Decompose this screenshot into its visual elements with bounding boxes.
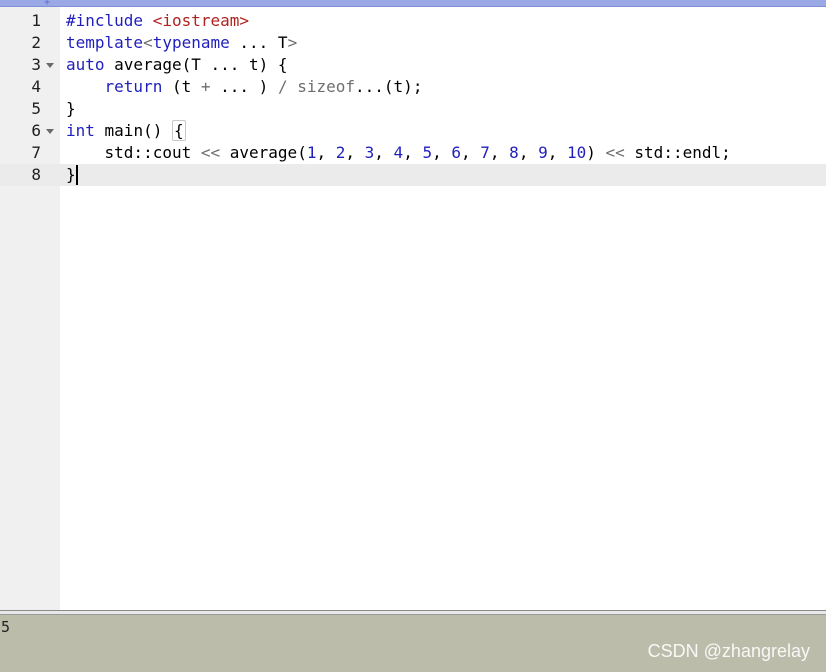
code-text: std::cout << average(1, 2, 3, 4, 5, 6, 7… (66, 142, 731, 164)
line-number: 4 (31, 77, 41, 96)
code-token: 10 (566, 143, 587, 162)
code-line[interactable]: 8} (0, 164, 826, 186)
line-number: 8 (31, 165, 41, 184)
code-token: , (432, 143, 452, 162)
code-token: template (66, 33, 144, 52)
code-token: , (518, 143, 539, 162)
code-token: ) (586, 143, 606, 162)
code-token: std::endl; (624, 143, 731, 162)
code-token: > (287, 33, 298, 52)
code-text: auto average(T ... t) { (66, 54, 288, 76)
code-token: , (547, 143, 567, 162)
code-token: , (374, 143, 394, 162)
code-token: int (66, 121, 95, 140)
code-token: average( (220, 143, 307, 162)
code-token: + (200, 77, 211, 96)
output-text: 5 (1, 618, 11, 636)
code-line[interactable]: 4 return (t + ... ) / sizeof...(t); (0, 76, 826, 98)
fold-arrow-icon[interactable] (45, 54, 55, 76)
code-token: , (489, 143, 510, 162)
code-token: (t (162, 77, 201, 96)
code-token: << (605, 143, 625, 162)
code-line[interactable]: 2 template<typename ... T> (0, 32, 826, 54)
line-number: 3 (31, 55, 41, 74)
code-line[interactable]: 3 auto average(T ... t) { (0, 54, 826, 76)
code-token: typename (152, 33, 230, 52)
code-line[interactable]: 1 #include <iostream> (0, 10, 826, 32)
code-token: 7 (480, 143, 490, 162)
code-token: 8 (509, 143, 519, 162)
code-line[interactable]: 5} (0, 98, 826, 120)
code-token: sizeof (297, 77, 356, 96)
code-token: 3 (364, 143, 375, 162)
code-token: 4 (393, 143, 404, 162)
code-text: int main() { (66, 120, 186, 142)
code-token: < (143, 33, 153, 52)
code-text: } (66, 164, 78, 186)
code-line[interactable]: 7 std::cout << average(1, 2, 3, 4, 5, 6,… (0, 142, 826, 164)
code-editor[interactable]: 1 #include <iostream> 2 template<typename .… (0, 7, 826, 610)
code-text: } (66, 98, 76, 120)
code-token: average(T ... t) { (104, 55, 288, 74)
watermark-text: CSDN @zhangrelay (647, 641, 810, 661)
code-token: , (461, 143, 481, 162)
code-token: ...(t); (355, 77, 423, 96)
code-token: #include (66, 11, 153, 30)
line-number: 2 (31, 33, 41, 52)
code-token: , (316, 143, 336, 162)
code-token: / (277, 77, 288, 96)
code-token: std::cout (66, 143, 201, 162)
code-token: , (345, 143, 365, 162)
code-token: <iostream> (152, 11, 250, 30)
code-token: { (171, 120, 186, 141)
top-bar: + (0, 0, 826, 8)
code-token: } (66, 165, 76, 184)
code-text: return (t + ... ) / sizeof...(t); (66, 76, 423, 98)
fold-arrow-icon[interactable] (45, 120, 55, 142)
code-token: } (66, 99, 76, 118)
code-token: ... ) (210, 77, 278, 96)
code-token: ... T (229, 33, 288, 52)
code-token: << (200, 143, 221, 162)
code-token: main() (94, 121, 172, 140)
text-cursor (75, 165, 78, 185)
code-token: 5 (422, 143, 433, 162)
code-text: #include <iostream> (66, 10, 249, 32)
line-number: 6 (31, 121, 41, 140)
line-number: 1 (31, 11, 41, 30)
code-token: , (403, 143, 423, 162)
code-token: 9 (538, 143, 548, 162)
code-line[interactable]: 6 int main() { (0, 120, 826, 142)
line-number: 5 (31, 99, 41, 118)
code-token: auto (66, 55, 105, 74)
line-number: 7 (31, 143, 41, 162)
code-token: 6 (451, 143, 461, 162)
code-text: template<typename ... T> (66, 32, 297, 54)
code-token: 2 (335, 143, 346, 162)
code-token: return (104, 77, 163, 96)
output-panel: 5 CSDN @zhangrelay (0, 615, 826, 672)
